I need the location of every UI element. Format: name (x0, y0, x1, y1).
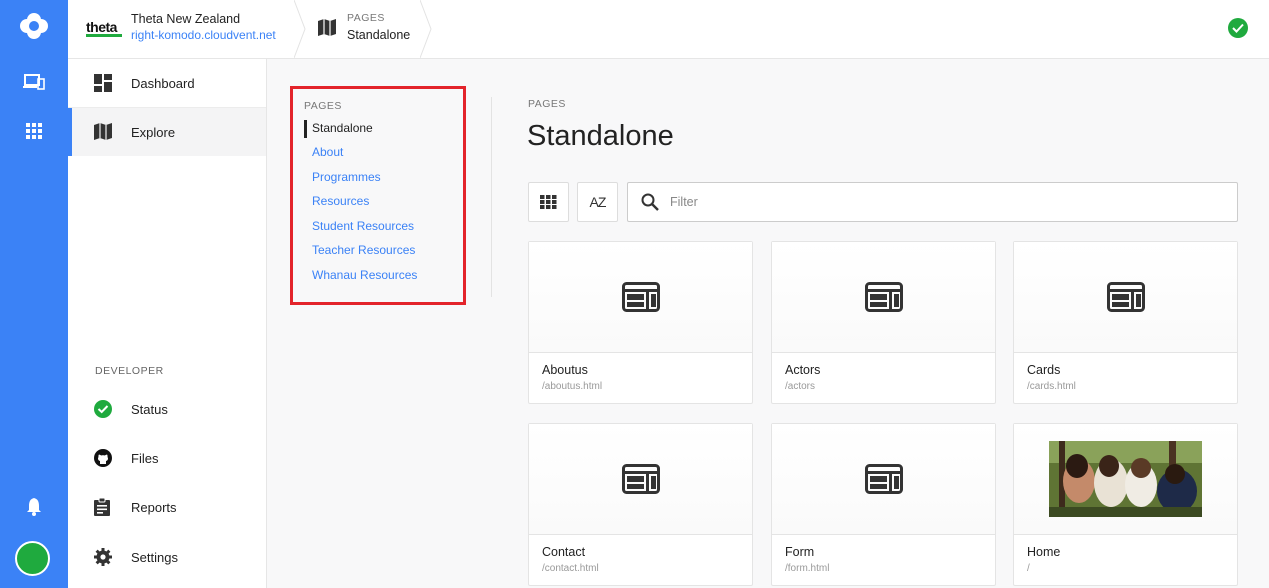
tree-item-teacher-resources[interactable]: Teacher Resources (312, 243, 415, 257)
devices-icon[interactable] (18, 66, 50, 98)
card-thumbnail (772, 424, 995, 535)
filter-input[interactable] (670, 192, 1210, 212)
search-icon (641, 193, 659, 216)
sort-az-button[interactable]: AZ (577, 182, 618, 222)
pages-tree: PAGES Standalone About Programmes Resour… (290, 86, 466, 305)
current-page-indicator (304, 120, 307, 138)
card-path: / (1027, 563, 1030, 574)
panel-divider (491, 97, 492, 297)
breadcrumb-separator (294, 0, 306, 58)
card-path: /form.html (785, 563, 830, 574)
nav-item-status[interactable]: Status (68, 385, 266, 433)
map-icon (318, 19, 336, 41)
clipboard-icon (94, 497, 112, 516)
gear-icon (94, 548, 112, 566)
page-title: Standalone (527, 120, 674, 152)
card-thumbnail (529, 424, 752, 535)
developer-section-caption: DEVELOPER (95, 365, 164, 377)
home-photo-thumbnail (1049, 441, 1202, 517)
github-icon (94, 449, 112, 467)
grid-view-icon (540, 195, 557, 209)
nav-item-settings[interactable]: Settings (68, 533, 266, 581)
tree-item-resources[interactable]: Resources (312, 194, 369, 208)
card-thumbnail (772, 242, 995, 353)
card-thumbnail (529, 242, 752, 353)
theta-logo: theta (86, 19, 117, 35)
nav-item-label: Settings (131, 549, 178, 565)
card-title: Cards (1027, 363, 1061, 377)
page-card[interactable]: Cards /cards.html (1013, 241, 1238, 404)
card-title: Aboutus (542, 363, 588, 377)
page-card[interactable]: Actors /actors (771, 241, 996, 404)
page-card[interactable]: Form /form.html (771, 423, 996, 586)
main-caption: PAGES (528, 98, 566, 110)
nav-item-label: Files (131, 450, 159, 466)
tree-item-student-resources[interactable]: Student Resources (312, 219, 414, 233)
map-icon (94, 123, 112, 141)
nav-item-label: Reports (131, 499, 177, 515)
web-layout-icon (864, 282, 903, 312)
page-card[interactable]: Aboutus /aboutus.html (528, 241, 753, 404)
page-card[interactable]: Home / (1013, 423, 1238, 586)
card-title: Contact (542, 545, 586, 559)
nav-item-label: Explore (131, 124, 176, 140)
nav-item-explore[interactable]: Explore (68, 108, 266, 156)
org-host-link[interactable]: right-komodo.cloudvent.net (131, 28, 276, 42)
card-path: /cards.html (1027, 381, 1076, 392)
web-layout-icon (864, 464, 903, 494)
logo-underline (86, 34, 122, 37)
app-rail (0, 0, 68, 588)
web-layout-icon (621, 282, 660, 312)
web-layout-icon (1106, 282, 1145, 312)
card-path: /contact.html (542, 563, 599, 574)
breadcrumb-title: Standalone (347, 28, 411, 42)
card-title: Home (1027, 545, 1061, 559)
card-path: /actors (785, 381, 816, 392)
apps-grid-icon[interactable] (18, 115, 50, 147)
nav-item-label: Dashboard (131, 75, 195, 91)
web-layout-icon (621, 464, 660, 494)
breadcrumb-caption: PAGES (347, 12, 385, 24)
status-check-icon (94, 400, 112, 418)
filter-field[interactable] (627, 182, 1238, 222)
grid-view-button[interactable] (528, 182, 569, 222)
breadcrumb-separator (420, 0, 432, 58)
tree-item-whanau-resources[interactable]: Whanau Resources (312, 268, 417, 282)
nav-item-files[interactable]: Files (68, 434, 266, 482)
site-nav: Dashboard Explore DEVELOPER Status Files… (68, 59, 267, 588)
card-path: /aboutus.html (542, 381, 603, 392)
card-title: Actors (785, 363, 821, 377)
dashboard-icon (94, 74, 112, 92)
pages-tree-caption: PAGES (304, 100, 342, 112)
card-thumbnail (1014, 242, 1237, 353)
card-thumbnail (1014, 424, 1237, 535)
nav-item-dashboard[interactable]: Dashboard (68, 59, 266, 107)
tree-item-about[interactable]: About (312, 145, 343, 159)
org-switcher[interactable]: theta Theta New Zealand right-komodo.clo… (68, 0, 296, 58)
tree-item-standalone[interactable]: Standalone (312, 121, 373, 135)
page-card[interactable]: Contact /contact.html (528, 423, 753, 586)
sync-status-check-icon[interactable] (1228, 18, 1248, 38)
nav-item-label: Status (131, 401, 168, 417)
sort-az-icon: AZ (589, 194, 607, 210)
user-avatar[interactable] (15, 541, 50, 576)
tree-item-programmes[interactable]: Programmes (312, 170, 381, 184)
bell-icon[interactable] (18, 491, 50, 523)
org-name: Theta New Zealand (131, 12, 241, 26)
card-title: Form (785, 545, 815, 559)
cloudcannon-logo-icon[interactable] (18, 10, 50, 42)
nav-item-reports[interactable]: Reports (68, 483, 266, 531)
top-bar: theta Theta New Zealand right-komodo.clo… (68, 0, 1269, 59)
